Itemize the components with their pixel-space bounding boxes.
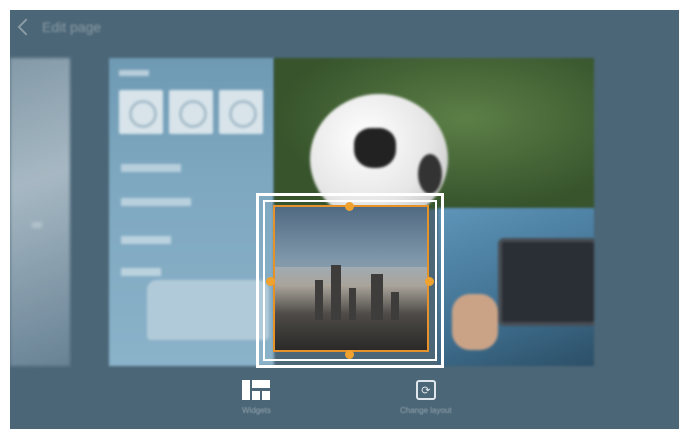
- widgets-icon: [242, 380, 271, 400]
- selection-frame-inner: [263, 200, 437, 361]
- list-item: [121, 268, 161, 276]
- page-title: Edit page: [42, 19, 102, 35]
- change-layout-label: Change layout: [400, 406, 452, 415]
- ball-patch: [418, 154, 442, 194]
- tablet-photo-panel[interactable]: [438, 208, 594, 366]
- bottom-action-bar: Widgets ⟳ Change layout: [10, 366, 679, 429]
- resize-handle-bottom[interactable]: [345, 350, 354, 359]
- image-thumbnail: [219, 90, 263, 134]
- resize-handle-top[interactable]: [345, 202, 354, 211]
- ball-patch: [354, 128, 396, 168]
- hand-image: [452, 294, 498, 350]
- soccer-photo-panel[interactable]: [274, 58, 594, 209]
- top-bar: Edit page: [10, 10, 679, 44]
- widgets-label: Widgets: [242, 406, 271, 415]
- page-indicator-icon: [32, 222, 42, 228]
- list-item: [121, 164, 181, 172]
- resize-handle-right[interactable]: [425, 277, 434, 286]
- change-layout-button[interactable]: ⟳ Change layout: [400, 380, 452, 415]
- chevron-left-icon[interactable]: [17, 18, 35, 36]
- resize-handle-left[interactable]: [266, 277, 275, 286]
- change-layout-icon: ⟳: [415, 380, 436, 400]
- list-item: [121, 198, 191, 206]
- home-screen-editor: Edit page Widgets ⟳ Change layout: [10, 10, 679, 429]
- panel-header: [119, 70, 149, 76]
- widgets-button[interactable]: Widgets: [242, 380, 271, 415]
- image-thumbnail: [169, 90, 213, 134]
- list-item: [121, 236, 171, 244]
- tablet-device-image: [498, 238, 594, 326]
- image-thumbnail: [119, 90, 163, 134]
- soccer-ball-image: [310, 94, 448, 209]
- previous-page-preview[interactable]: [10, 58, 70, 366]
- sofa-image: [147, 280, 269, 340]
- blue-widget-panel[interactable]: [109, 58, 274, 366]
